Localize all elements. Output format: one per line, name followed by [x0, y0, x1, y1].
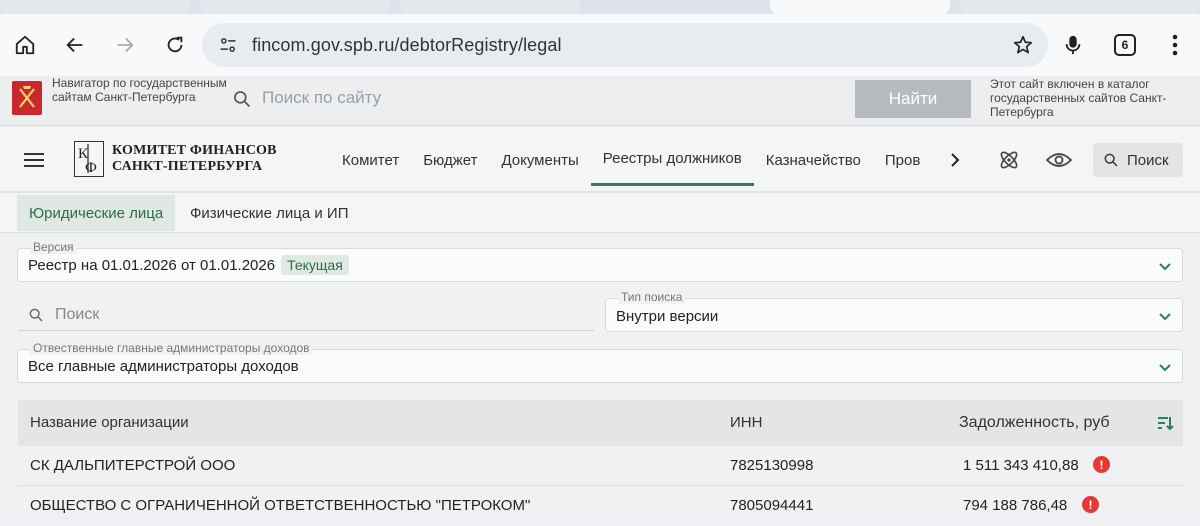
search-type-select[interactable]: Тип поиска Внутри версии	[605, 290, 1183, 332]
microphone-icon[interactable]	[1058, 30, 1088, 60]
back-icon[interactable]	[60, 30, 90, 60]
search-type-value: Внутри версии	[616, 308, 719, 325]
search-icon	[29, 308, 43, 322]
home-icon[interactable]	[10, 30, 40, 60]
registry-content: Версия Реестр на 01.01.2026 от 01.01.202…	[0, 234, 1200, 514]
browser-tab-active[interactable]	[770, 0, 950, 14]
svg-text:Ф: Ф	[85, 160, 97, 175]
org-inn: 7825130998	[730, 457, 814, 474]
browser-tab-strip	[0, 0, 1200, 14]
site-search-button[interactable]: Поиск	[1093, 143, 1183, 177]
nav-item-documents[interactable]: Документы	[489, 127, 590, 193]
column-header-debt[interactable]: Задолженность, руб	[959, 414, 1110, 432]
version-select[interactable]: Версия Реестр на 01.01.2026 от 01.01.202…	[17, 240, 1183, 282]
nav-item-committee[interactable]: Комитет	[330, 127, 411, 193]
site-settings-icon[interactable]	[218, 35, 238, 60]
chevron-down-icon[interactable]	[1158, 259, 1172, 277]
version-value: Реестр на 01.01.2026 от 01.01.2026	[28, 257, 276, 274]
browser-toolbar: fincom.gov.spb.ru/debtorRegistry/legal 6	[0, 14, 1200, 76]
browser-tab[interactable]	[200, 0, 390, 14]
nav-item-truncated[interactable]: Пров	[873, 127, 932, 193]
eye-icon[interactable]	[1044, 145, 1074, 175]
revenue-admins-select[interactable]: Отвественные главные администраторы дохо…	[17, 341, 1183, 383]
chevron-down-icon[interactable]	[1158, 360, 1172, 378]
current-version-badge: Текущая	[281, 255, 349, 275]
search-icon	[232, 89, 252, 114]
table-row[interactable]: ОБЩЕСТВО С ОГРАНИЧЕННОЙ ОТВЕТСТВЕННОСТЬЮ…	[18, 486, 1183, 526]
hamburger-menu-icon[interactable]	[24, 153, 44, 167]
address-bar[interactable]: fincom.gov.spb.ru/debtorRegistry/legal	[202, 23, 1048, 67]
org-debt: 1 511 343 410,88	[963, 457, 1079, 474]
tab-individuals[interactable]: Физические лица и ИП	[178, 195, 361, 231]
revenue-admins-label: Отвественные главные администраторы дохо…	[30, 341, 313, 355]
sort-icon[interactable]	[1156, 414, 1174, 437]
committee-logo-icon[interactable]: КФ	[74, 141, 104, 177]
site-header: КФ КОМИТЕТ ФИНАНСОВ САНКТ-ПЕТЕРБУРГА Ком…	[0, 127, 1200, 193]
gov-navigator-link[interactable]: Навигатор по государственным сайтам Санк…	[52, 76, 227, 104]
browser-tab[interactable]	[400, 0, 580, 14]
find-button[interactable]: Найти	[855, 80, 971, 118]
nav-next-chevron-icon[interactable]	[940, 145, 970, 175]
browser-tab[interactable]	[0, 0, 190, 14]
nav-item-debtor-registries[interactable]: Реестры должников	[590, 127, 754, 186]
nav-item-treasury[interactable]: Казначейство	[754, 127, 873, 193]
tab-switcher-button[interactable]: 6	[1114, 34, 1136, 56]
org-inn: 7805094441	[730, 497, 814, 514]
reload-icon[interactable]	[160, 30, 190, 60]
column-header-inn[interactable]: ИНН	[730, 414, 762, 431]
column-header-name[interactable]: Название организации	[30, 414, 189, 431]
chevron-down-icon[interactable]	[1158, 309, 1172, 327]
committee-logo-text[interactable]: КОМИТЕТ ФИНАНСОВ САНКТ-ПЕТЕРБУРГА	[112, 143, 277, 175]
revenue-admins-value: Все главные администраторы доходов	[28, 358, 299, 375]
nav-item-budget[interactable]: Бюджет	[411, 127, 489, 193]
table-row[interactable]: СК ДАЛЬПИТЕРСТРОЙ ООО 7825130998 1 511 3…	[18, 446, 1183, 486]
search-type-label: Тип поиска	[618, 290, 686, 304]
main-nav: Комитет Бюджет Документы Реестры должник…	[330, 127, 932, 193]
spb-emblem-icon[interactable]	[12, 81, 42, 115]
gov-search-input[interactable]: Поиск по сайту	[262, 88, 381, 108]
atom-icon[interactable]	[994, 145, 1024, 175]
browser-tab[interactable]	[960, 0, 1200, 14]
bookmark-star-icon[interactable]	[1012, 34, 1034, 61]
warning-icon[interactable]: !	[1093, 456, 1110, 473]
version-label: Версия	[30, 240, 77, 254]
entity-type-tabs: Юридические лица Физические лица и ИП	[0, 193, 1200, 233]
catalog-link[interactable]: Этот сайт включен в каталог государствен…	[990, 77, 1190, 119]
org-name: СК ДАЛЬПИТЕРСТРОЙ ООО	[30, 457, 236, 474]
registry-search-input[interactable]: Поиск	[18, 297, 594, 331]
browser-menu-icon[interactable]	[1160, 30, 1190, 60]
url-text[interactable]: fincom.gov.spb.ru/debtorRegistry/legal	[252, 35, 562, 56]
table-header: Название организации ИНН Задолженность, …	[18, 400, 1183, 446]
forward-icon[interactable]	[110, 30, 140, 60]
org-debt: 794 188 786,48	[963, 497, 1068, 514]
tab-legal-entities[interactable]: Юридические лица	[17, 195, 176, 231]
search-icon	[1104, 153, 1118, 167]
warning-icon[interactable]: !	[1082, 496, 1099, 513]
org-name: ОБЩЕСТВО С ОГРАНИЧЕННОЙ ОТВЕТСТВЕННОСТЬЮ…	[30, 497, 531, 514]
gov-navigator-bar: Навигатор по государственным сайтам Санк…	[0, 76, 1200, 126]
